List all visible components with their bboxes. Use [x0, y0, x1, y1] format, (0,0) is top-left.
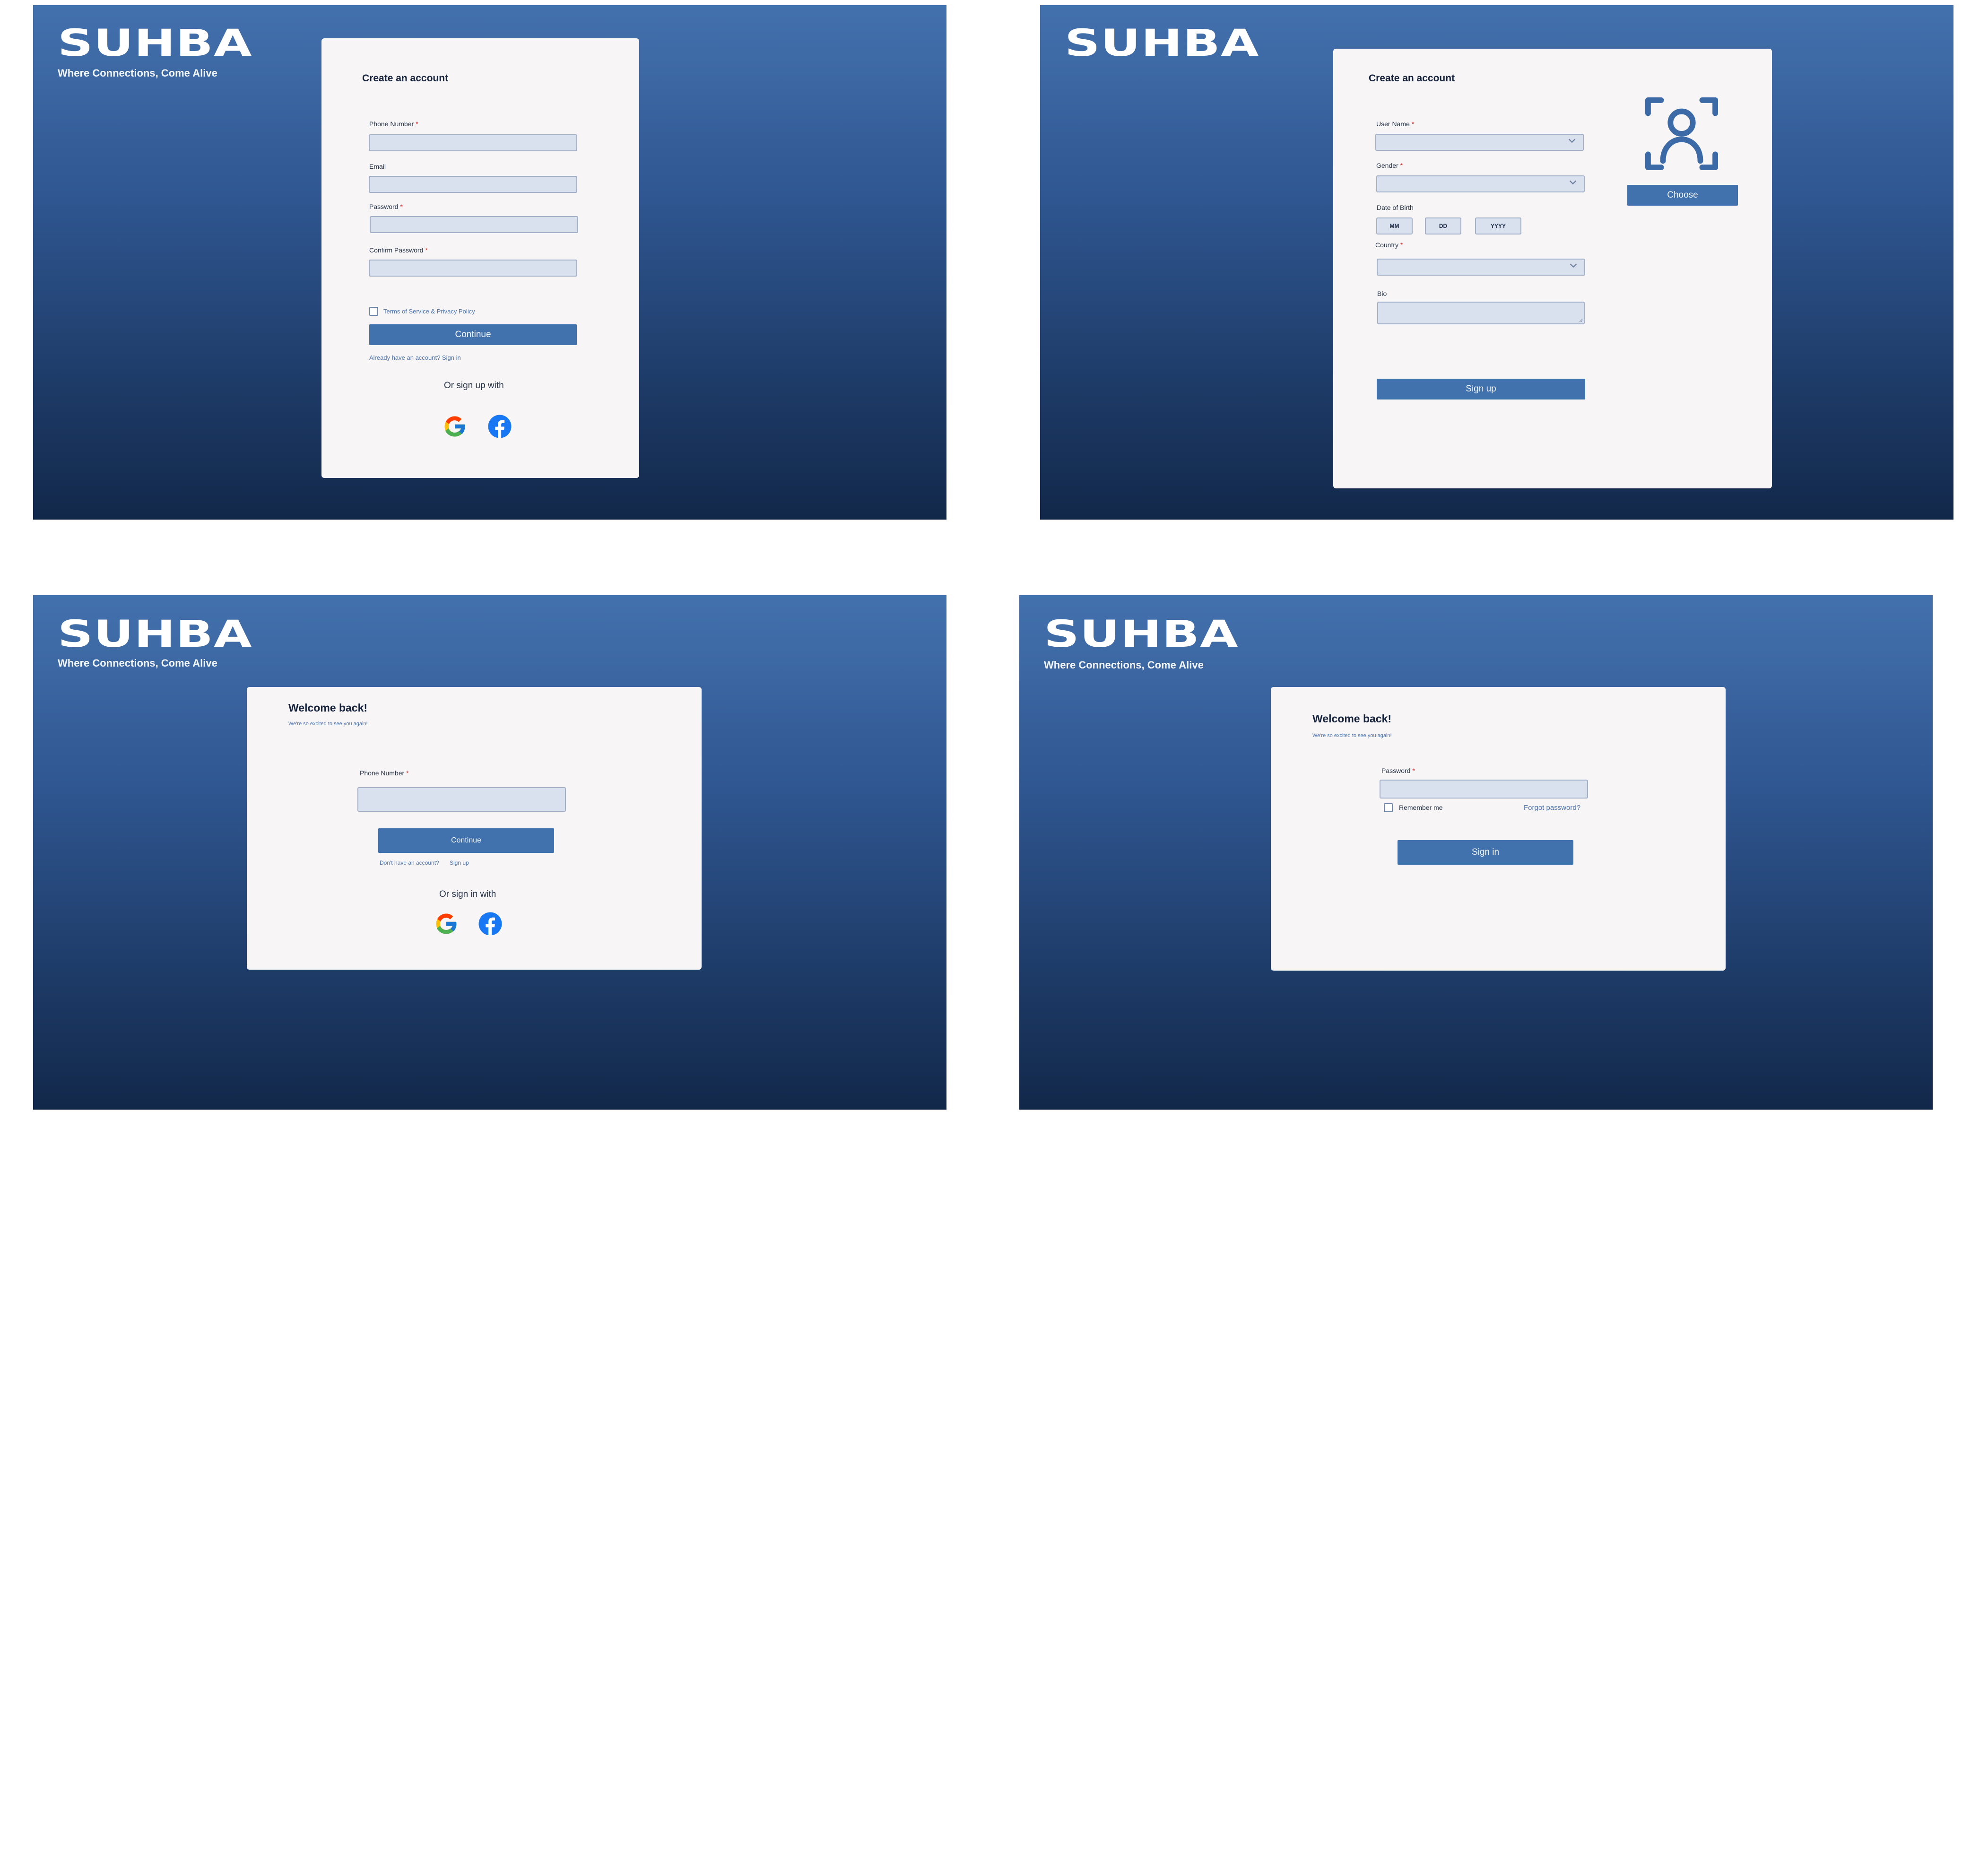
country-label: Country * [1375, 241, 1403, 249]
user-avatar-icon [1645, 97, 1719, 171]
signup-card: Create an account Phone Number * Email P… [321, 38, 639, 478]
confirm-password-label: Confirm Password * [369, 246, 428, 254]
choose-photo-button[interactable]: Choose [1627, 185, 1738, 206]
signup-card: Create an account User Name * Gender * D… [1333, 49, 1772, 488]
remember-me-checkbox[interactable] [1384, 803, 1393, 812]
login-phone-screen: SUHBA Where Connections, Come Alive Welc… [33, 595, 946, 1110]
login-card: Welcome back! We're so excited to see yo… [247, 687, 702, 970]
username-select[interactable] [1375, 134, 1584, 151]
confirm-password-input[interactable] [369, 260, 577, 277]
continue-button[interactable]: Continue [378, 828, 554, 853]
dob-day-input[interactable]: DD [1425, 217, 1461, 234]
signup-screen-step2: SUHBA Create an account User Name * Gend… [1040, 5, 1953, 520]
email-label: Email [369, 163, 386, 170]
page-subtitle: We're so excited to see you again! [288, 721, 368, 727]
remember-me-label: Remember me [1399, 804, 1443, 811]
facebook-icon[interactable] [477, 911, 504, 937]
brand: SUHBA Where Connections, Come Alive [58, 616, 252, 669]
phone-input[interactable] [369, 134, 577, 151]
login-card: Welcome back! We're so excited to see yo… [1271, 687, 1726, 971]
login-password-screen: SUHBA Where Connections, Come Alive Welc… [1019, 595, 1933, 1110]
password-label: Password * [1381, 767, 1415, 774]
username-label: User Name * [1376, 120, 1415, 128]
page-subtitle: We're so excited to see you again! [1312, 733, 1392, 738]
tagline: Where Connections, Come Alive [1044, 659, 1204, 671]
tagline: Where Connections, Come Alive [58, 67, 217, 79]
terms-link[interactable]: Terms of Service & Privacy Policy [383, 308, 475, 315]
chevron-down-icon [1569, 180, 1577, 185]
facebook-icon[interactable] [486, 413, 513, 440]
signup-screen-step1: SUHBA Where Connections, Come Alive Crea… [33, 5, 946, 520]
google-icon[interactable] [433, 911, 460, 937]
password-input[interactable] [370, 216, 578, 233]
country-select[interactable] [1377, 259, 1585, 276]
terms-checkbox[interactable] [369, 307, 378, 316]
gender-label: Gender * [1376, 162, 1403, 169]
phone-label: Phone Number * [369, 120, 418, 128]
page-title: Create an account [362, 73, 449, 84]
gender-select[interactable] [1376, 175, 1585, 192]
no-account-text: Don't have an account? [380, 860, 439, 866]
chevron-down-icon [1568, 139, 1576, 143]
tagline: Where Connections, Come Alive [58, 657, 217, 669]
email-input[interactable] [369, 176, 577, 193]
bio-label: Bio [1377, 290, 1387, 297]
password-input[interactable] [1380, 780, 1588, 799]
forgot-password-link[interactable]: Forgot password? [1524, 804, 1580, 812]
page-title: Welcome back! [288, 702, 368, 714]
signup-button[interactable]: Sign up [1377, 379, 1585, 399]
phone-label: Phone Number * [360, 769, 409, 777]
logo: SUHBA [58, 22, 252, 65]
password-label: Password * [369, 203, 403, 210]
brand: SUHBA Where Connections, Come Alive [58, 25, 252, 79]
dob-label: Date of Birth [1377, 204, 1414, 211]
dob-month-input[interactable]: MM [1376, 217, 1413, 234]
dob-year-input[interactable]: YYYY [1475, 217, 1521, 234]
page-title: Welcome back! [1312, 712, 1392, 725]
logo: SUHBA [58, 613, 252, 656]
signin-button[interactable]: Sign in [1398, 840, 1573, 865]
brand: SUHBA [1065, 25, 1259, 62]
brand: SUHBA Where Connections, Come Alive [1044, 616, 1238, 671]
continue-button[interactable]: Continue [369, 324, 577, 345]
or-signin-label: Or sign in with [439, 889, 496, 899]
phone-input[interactable] [357, 787, 566, 812]
or-signup-label: Or sign up with [444, 381, 504, 391]
bio-textarea[interactable] [1377, 302, 1585, 324]
google-icon[interactable] [442, 413, 468, 440]
logo: SUHBA [1044, 613, 1239, 656]
signup-link[interactable]: Sign up [450, 860, 469, 866]
signin-link[interactable]: Already have an account? Sign in [369, 354, 461, 361]
logo: SUHBA [1065, 22, 1259, 65]
page-title: Create an account [1369, 73, 1455, 84]
chevron-down-icon [1570, 263, 1577, 268]
resize-handle-icon[interactable] [1578, 318, 1583, 322]
